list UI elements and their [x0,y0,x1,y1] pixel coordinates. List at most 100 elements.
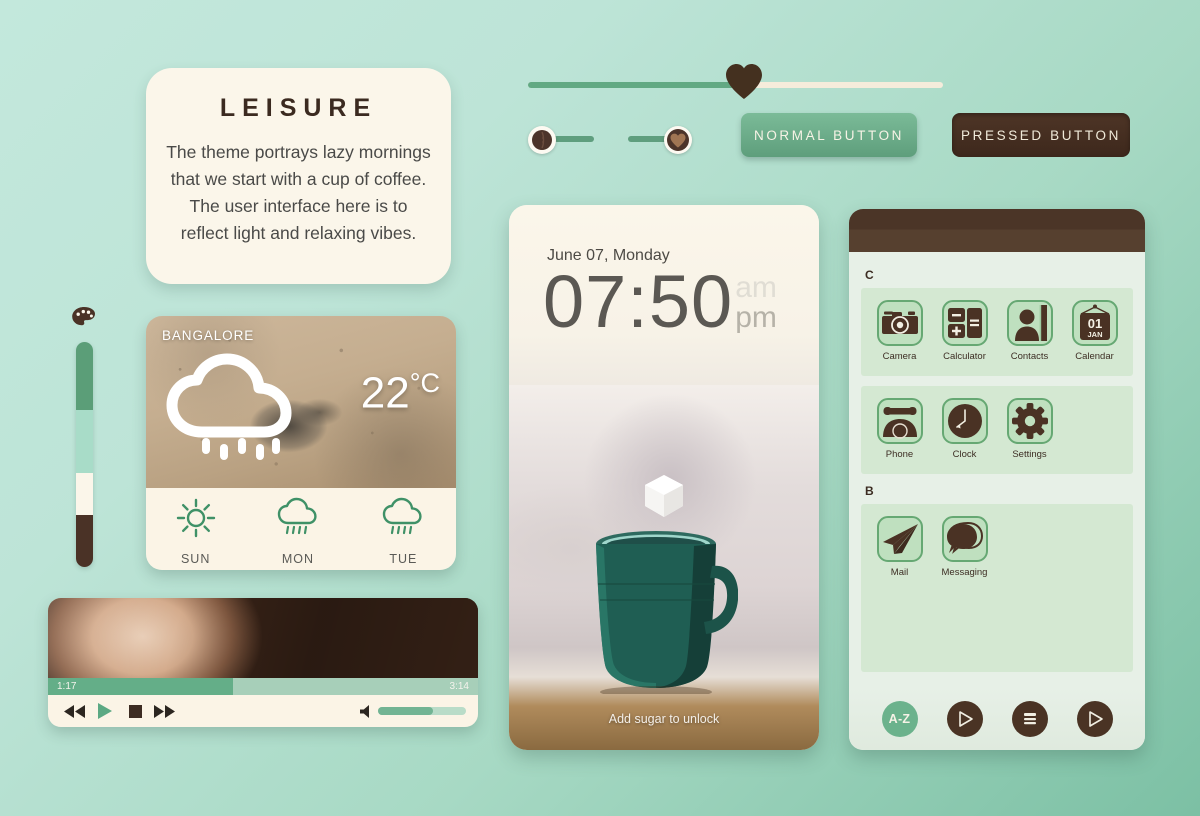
calculator-icon-box [941,300,988,346]
coffee-bean-icon [532,130,552,150]
toggle-switch-off[interactable] [528,124,596,154]
forecast-day-label: TUE [389,551,418,566]
calendar-month: JAN [1087,330,1102,339]
app-item-phone[interactable]: Phone [867,398,932,460]
paper-plane-icon [882,524,918,554]
color-segment-brown[interactable] [75,515,93,567]
app-item-contacts[interactable]: Contacts [997,300,1062,362]
az-sort-button[interactable]: A-Z [881,701,918,737]
elapsed-time: 1:17 [57,681,77,692]
rewind-button[interactable] [60,700,90,722]
app-drawer[interactable]: C Camera Calculator Contacts 01 JAN Cale… [849,209,1145,750]
camera-icon-box [876,300,923,346]
palette-icon [72,307,95,326]
app-item-messaging[interactable]: Messaging [932,516,997,578]
slider-fill [528,82,744,88]
rain-cloud-icon [383,497,422,534]
forecast-day-mon[interactable]: MON [274,497,322,566]
clock-icon [947,404,982,438]
calendar-day: 01 [1087,316,1101,331]
lockscreen-clock-area: June 07, Monday 07:50 am pm [509,205,819,385]
drawer-dock: A-Z [849,688,1145,750]
forecast-day-sun[interactable]: SUN [175,497,217,566]
fast-forward-button[interactable] [150,700,180,722]
slider-thumb[interactable] [724,62,764,100]
app-label: Calculator [943,351,986,362]
stop-button[interactable] [120,700,150,722]
app-label: Calendar [1075,351,1114,362]
calculator-icon [947,308,982,338]
app-item-mail[interactable]: Mail [867,516,932,578]
play-store-button[interactable] [946,701,983,737]
pm-label: pm [735,301,777,334]
lockscreen-time-row: 07:50 am pm [543,265,777,339]
media-player[interactable]: 1:17 3:14 [48,598,478,727]
stop-icon [128,704,142,718]
toggle-knob[interactable] [528,126,556,154]
app-label: Mail [890,567,909,578]
weather-photo-background: BANGALORE 22°C [146,316,456,488]
color-segment-cream[interactable] [75,472,93,516]
play-icon [1088,711,1103,727]
weather-widget[interactable]: BANGALORE 22°C SUN MON TUE [146,316,456,570]
sun-icon [176,498,215,537]
app-group-b1: Mail Messaging [861,504,1133,672]
volume-fill [378,707,433,715]
transport-controls [48,695,478,727]
total-time: 3:14 [449,681,469,692]
speaker-icon [360,704,369,718]
app-label: Settings [1012,449,1047,460]
weather-temperature: 22°C [361,368,440,419]
calendar-icon: 01 JAN [1079,304,1110,340]
app-group-c1: Camera Calculator Contacts 01 JAN Calend… [861,288,1133,376]
pressed-button[interactable]: PRESSED BUTTON [952,113,1130,157]
clock-icon-box [941,398,988,444]
app-item-settings[interactable]: Settings [997,398,1062,460]
heart-icon [725,64,762,99]
lockscreen-hint: Add sugar to unlock [608,712,720,726]
lockscreen-time: 07:50 [543,260,734,343]
app-label: Camera [882,351,917,362]
app-item-clock[interactable]: Clock [932,398,997,460]
toggle-track [554,136,594,142]
paper-plane-icon-box [876,516,923,562]
color-track[interactable] [75,342,93,567]
list-button[interactable] [1011,701,1048,737]
calendar-icon-box: 01 JAN [1071,300,1118,346]
color-theme-slider[interactable] [64,306,104,567]
toggle-knob[interactable] [664,126,692,154]
rewind-icon [64,704,85,718]
play-icon [98,703,112,719]
app-item-calculator[interactable]: Calculator [932,300,997,362]
rain-cloud-icon [166,353,292,460]
color-segment-green[interactable] [75,342,93,410]
play-button-2[interactable] [1076,701,1113,737]
section-letter-c: C [865,268,874,282]
heart-slider[interactable] [528,64,943,99]
volume-slider[interactable] [378,707,466,715]
drawer-body: C Camera Calculator Contacts 01 JAN Cale… [849,252,1145,672]
am-label: am [735,271,777,304]
toggle-switch-on[interactable] [626,124,694,154]
lockscreen-phone[interactable]: June 07, Monday 07:50 am pm Add sugar to… [509,205,819,750]
play-button[interactable] [90,700,120,722]
phone-icon [882,407,917,439]
volume-control[interactable] [360,704,466,718]
app-item-calendar[interactable]: 01 JAN Calendar [1062,300,1127,362]
sugar-cube-icon[interactable] [642,473,686,519]
normal-button[interactable]: NORMAL BUTTON [741,113,917,157]
app-item-camera[interactable]: Camera [867,300,932,362]
camera-icon [881,311,918,334]
leisure-card: LEISURE The theme portrays lazy mornings… [146,68,451,284]
weather-city-label: BANGALORE [162,328,255,343]
page-title: LEISURE [219,94,378,122]
media-progress-bar[interactable]: 1:17 3:14 [48,678,478,695]
gear-icon [1011,403,1048,439]
color-segment-mint[interactable] [75,409,93,473]
toggle-track [628,136,668,142]
contacts-icon [1014,305,1047,341]
gear-icon-box [1006,398,1053,444]
forecast-day-tue[interactable]: TUE [379,497,427,566]
lockscreen-photo: Add sugar to unlock [509,385,819,750]
leisure-description: The theme portrays lazy mornings that we… [166,142,431,244]
